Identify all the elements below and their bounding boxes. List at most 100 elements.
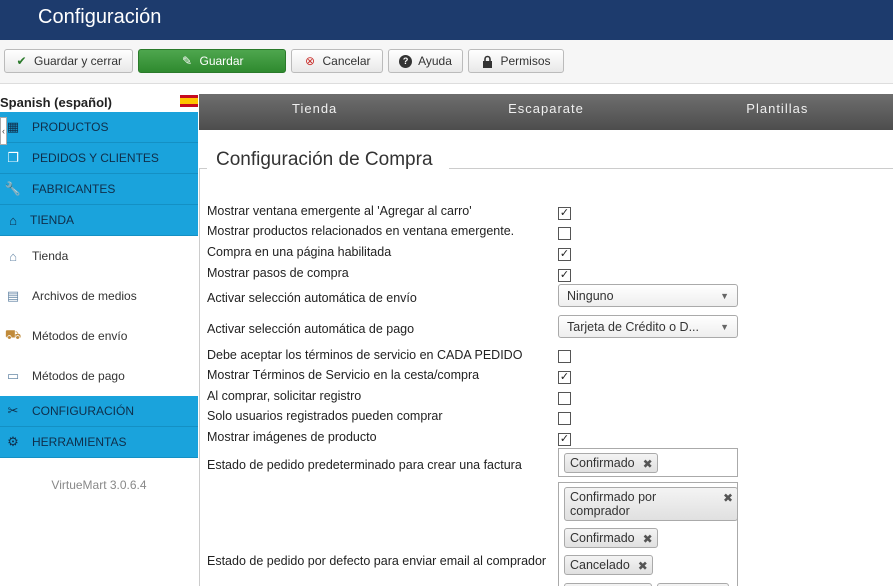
check-icon: ✔ [16,54,27,68]
auto-payment-select[interactable]: Tarjeta de Crédito o D... ▼ [558,315,738,338]
checkout-steps-checkbox[interactable]: ✓ [558,269,571,282]
email-status-multiselect[interactable]: Confirmado por comprador ✖ Confirmado ✖ … [558,482,738,586]
app-window: Configuración ✔ Guardar y cerrar ✎ Guard… [0,0,893,586]
sidebar-item-label: HERRAMIENTAS [32,435,127,449]
wrench-icon: 🔧 [4,181,22,196]
select-value: Ninguno [567,289,614,303]
cancel-label: Cancelar [322,54,371,68]
help-button[interactable]: ? Ayuda [388,49,463,73]
chip-label: Cancelado [570,558,630,572]
option-label: Mostrar ventana emergente al 'Agregar al… [207,204,472,218]
media-icon: ▤ [6,288,20,303]
sidebar-item-label: Tienda [32,249,69,263]
sidebar-item-label: Métodos de envío [32,329,128,343]
sidebar-item-label: PRODUCTOS [32,120,109,134]
sidebar-item-configuracion[interactable]: ✂ CONFIGURACIÓN [0,396,198,427]
option-label: Estado de pedido por defecto para enviar… [207,554,547,568]
option-label: Solo usuarios registrados pueden comprar [207,409,443,423]
help-label: Ayuda [418,54,452,68]
checkout-settings-panel: Configuración de Compra Mostrar ventana … [199,130,893,586]
sidebar-item-productos[interactable]: ▦ PRODUCTOS [0,112,198,143]
permissions-button[interactable]: Permisos [468,49,564,73]
language-label: Spanish (español) [0,95,112,110]
remove-icon[interactable]: ✖ [643,532,653,546]
section-title: Configuración de Compra [216,149,433,170]
chevron-down-icon: ▼ [720,322,729,332]
page-title: Configuración [38,6,162,28]
cancel-button[interactable]: ⊗ Cancelar [291,49,383,73]
show-tos-checkbox[interactable]: ✓ [558,371,571,384]
remove-icon[interactable]: ✖ [643,457,653,471]
one-page-checkout-checkbox[interactable]: ✓ [558,248,571,261]
sidebar-item-media[interactable]: ▤ Archivos de medios [0,276,198,316]
option-label: Compra en una página habilitada [207,245,392,259]
toolbar: ✔ Guardar y cerrar ✎ Guardar ⊗ Cancelar … [0,40,893,84]
check-icon: ✓ [559,433,570,445]
save-label: Guardar [199,54,244,68]
sidebar-item-tienda[interactable]: ⌂ Tienda [0,236,198,276]
sidebar-item-tienda-section[interactable]: ⌂ TIENDA [0,205,198,236]
invoice-status-multiselect[interactable]: Confirmado ✖ [558,448,738,477]
truck-icon: ⛟ [4,327,22,342]
sidebar-item-herramientas[interactable]: ⚙ HERRAMIENTAS [0,427,198,458]
option-label: Activar selección automática de envío [207,291,417,305]
shop-icon: ⌂ [9,212,17,228]
gear-icon: ⚙ [7,434,19,449]
auto-shipment-select[interactable]: Ninguno ▼ [558,284,738,307]
fieldset-border [199,168,207,169]
ask-registration-checkbox[interactable] [558,392,571,405]
title-bar: Configuración [0,0,893,40]
language-indicator: Spanish (español) [0,95,198,112]
chip-label: Confirmado [570,531,635,545]
check-icon: ✓ [559,248,570,260]
question-icon: ? [399,54,413,68]
payment-icon: ▭ [6,368,20,383]
sidebar-item-label: PEDIDOS Y CLIENTES [32,151,159,165]
tab-tienda[interactable]: Tienda [199,94,430,130]
sidebar-item-fabricantes[interactable]: 🔧 FABRICANTES [0,174,198,205]
option-label: Estado de pedido predeterminado para cre… [207,458,522,472]
sidebar-item-pago[interactable]: ▭ Métodos de pago [0,356,198,396]
fieldset-border [449,168,893,169]
sidebar-item-envio[interactable]: ⛟ Métodos de envío [0,316,198,356]
product-icon: ▦ [6,119,20,134]
status-chip: Cancelado ✖ [564,555,653,575]
popup-add-cart-checkbox[interactable]: ✓ [558,207,571,220]
related-popup-checkbox[interactable] [558,227,571,240]
permissions-label: Permisos [500,54,551,68]
save-button[interactable]: ✎ Guardar [138,49,286,73]
cancel-icon: ⊗ [304,54,316,68]
option-label: Mostrar Términos de Servicio en la cesta… [207,368,480,382]
tab-plantillas[interactable]: Plantillas [662,94,893,130]
option-label: Mostrar productos relacionados en ventan… [207,224,515,238]
check-icon: ✓ [559,207,570,219]
save-close-label: Guardar y cerrar [33,54,123,68]
spain-flag-icon [180,95,198,107]
sidebar-item-label: Métodos de pago [32,369,125,383]
lock-icon [481,55,494,68]
version-label: VirtueMart 3.0.6.4 [51,478,147,492]
option-label: Activar selección automática de pago [207,322,415,336]
show-images-checkbox[interactable]: ✓ [558,433,571,446]
registered-only-checkbox[interactable] [558,412,571,425]
check-icon: ✓ [559,371,570,383]
status-chip: Confirmado ✖ [564,528,658,548]
agree-tos-checkbox[interactable] [558,350,571,363]
tab-escaparate[interactable]: Escaparate [430,94,661,130]
save-close-button[interactable]: ✔ Guardar y cerrar [4,49,133,73]
chip-label: Confirmado [570,456,635,470]
chip-label: Confirmado por comprador [570,490,657,518]
status-chip: Confirmado ✖ [564,453,658,473]
remove-icon[interactable]: ✖ [638,559,648,573]
sidebar-item-label: Archivos de medios [32,289,137,303]
option-label: Debe aceptar los términos de servicio en… [207,348,523,362]
select-value: Tarjeta de Crédito o D... [567,320,700,334]
remove-icon[interactable]: ✖ [723,491,733,505]
option-label: Mostrar pasos de compra [207,266,349,280]
option-label: Al comprar, solicitar registro [207,389,362,403]
tab-bar: Tienda Escaparate Plantillas [199,94,893,130]
sidebar-collapse-handle[interactable]: ‹ [0,117,7,145]
sidebar-item-pedidos[interactable]: ❐ PEDIDOS Y CLIENTES [0,143,198,174]
sidebar-item-label: TIENDA [30,213,75,227]
status-chip: Confirmado por comprador ✖ [564,487,738,521]
